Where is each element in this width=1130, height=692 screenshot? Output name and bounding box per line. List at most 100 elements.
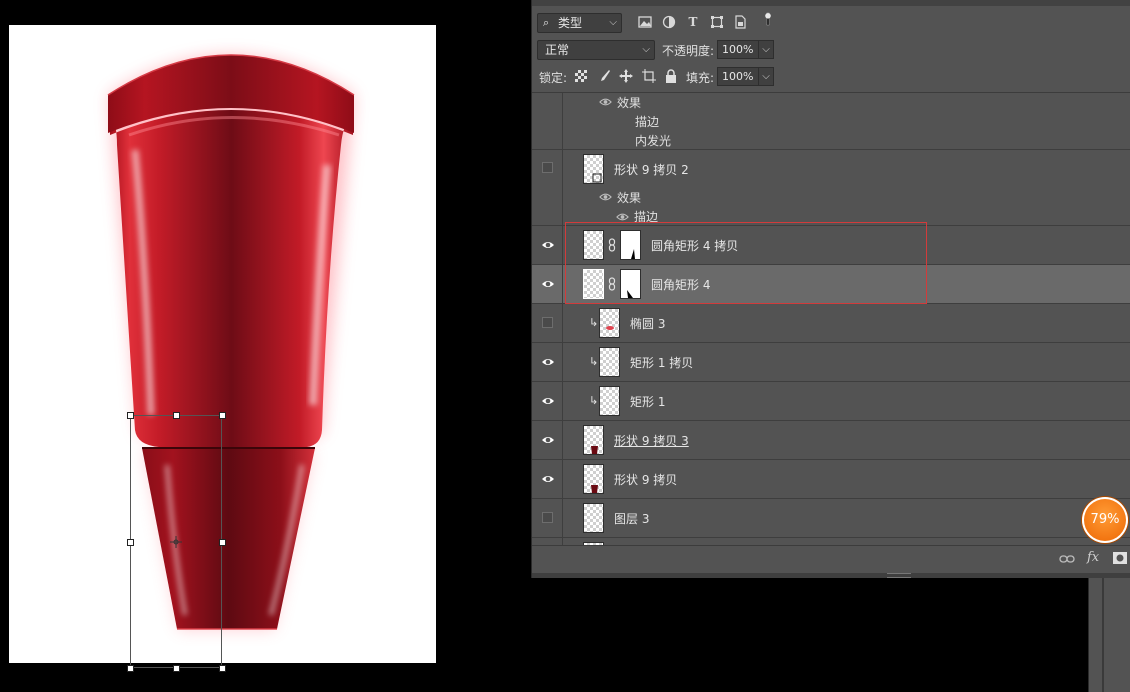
opacity-field[interactable]: 100% — [717, 40, 759, 59]
chevron-down-icon: ⌵ — [609, 17, 617, 28]
transform-handle-right[interactable] — [219, 539, 226, 546]
lock-transparent-icon[interactable] — [575, 70, 587, 82]
chevron-down-icon: ⌵ — [642, 44, 650, 55]
thumb-preview — [606, 326, 614, 330]
transform-handle-top-left[interactable] — [127, 412, 134, 419]
smart-object-filter-icon[interactable] — [732, 14, 748, 30]
effect-stroke[interactable]: 描边 — [635, 113, 659, 130]
visibility-column — [532, 150, 563, 225]
eye-icon[interactable] — [599, 97, 612, 107]
transform-handle-top-right[interactable] — [219, 412, 226, 419]
thumb-preview — [591, 485, 598, 493]
zoom-percentage-badge[interactable]: 79% — [1082, 497, 1128, 543]
eye-icon[interactable] — [541, 356, 555, 368]
filter-toggle-icon[interactable] — [760, 11, 776, 27]
layer-effects-block[interactable]: 效果 描边 内发光 — [532, 93, 1130, 150]
lock-position-icon[interactable] — [619, 69, 633, 83]
layer-name[interactable]: 矩形 1 — [630, 393, 665, 410]
mask-link-icon[interactable] — [608, 238, 616, 252]
layer-thumbnail — [583, 464, 604, 494]
layer-row[interactable]: 图层 3 — [532, 499, 1130, 538]
eye-icon[interactable] — [541, 239, 555, 251]
blend-mode-select[interactable]: 正常 ⌵ — [537, 40, 655, 60]
transform-handle-top[interactable] — [173, 412, 180, 419]
adjustment-filter-icon[interactable] — [661, 14, 677, 30]
image-filter-icon[interactable] — [637, 14, 653, 30]
layer-row[interactable]: 形状 9 拷贝 — [532, 460, 1130, 499]
transform-handle-left[interactable] — [127, 539, 134, 546]
mask-link-icon[interactable] — [608, 277, 616, 291]
transform-bounding-box[interactable] — [127, 412, 226, 672]
visibility-toggle-off[interactable] — [542, 317, 553, 328]
eye-icon[interactable] — [616, 212, 629, 222]
lock-image-icon[interactable] — [597, 69, 611, 83]
layer-row[interactable]: 圆角矩形 4 拷贝 — [532, 226, 1130, 265]
product-illustration — [107, 54, 355, 630]
layer-mask-thumbnail[interactable] — [620, 230, 641, 260]
visibility-column — [532, 343, 563, 381]
eye-icon[interactable] — [541, 434, 555, 446]
layer-mask-icon[interactable] — [1113, 552, 1127, 564]
layer-name[interactable]: 圆角矩形 4 拷贝 — [651, 237, 738, 254]
document-canvas[interactable] — [9, 25, 436, 672]
panel-resize-grip[interactable] — [887, 573, 911, 578]
fill-dropdown-button[interactable]: ⌵ — [758, 67, 774, 86]
layers-panel: ⌕ 类型 ⌵ T 正常 ⌵ 不透明度: 100% ⌵ 锁定: 填充: 100% … — [531, 0, 1130, 578]
layer-row[interactable]: 形状 9 拷贝 2 效果 描边 — [532, 150, 1130, 226]
transform-handle-bottom[interactable] — [173, 665, 180, 672]
visibility-column — [532, 93, 563, 149]
layer-row[interactable]: ↳ 矩形 1 拷贝 — [532, 343, 1130, 382]
eye-icon[interactable] — [541, 395, 555, 407]
layer-name[interactable]: 图层 3 — [614, 510, 649, 527]
shape-filter-icon[interactable] — [709, 14, 725, 30]
link-layers-icon[interactable] — [1059, 554, 1075, 564]
effect-stroke[interactable]: 描边 — [634, 208, 658, 225]
effect-inner-glow[interactable]: 内发光 — [635, 132, 671, 149]
lock-label: 锁定: — [539, 71, 568, 85]
layer-name[interactable]: 矩形 1 拷贝 — [630, 354, 693, 371]
transform-handle-bottom-left[interactable] — [127, 665, 134, 672]
layer-thumbnail — [583, 230, 604, 260]
search-icon: ⌕ — [543, 16, 550, 29]
layer-name[interactable]: 圆角矩形 4 — [651, 276, 710, 293]
right-dock-strip — [1088, 578, 1130, 692]
layer-row-selected[interactable]: 圆角矩形 4 — [532, 265, 1130, 304]
visibility-column — [532, 304, 563, 342]
reference-point-icon[interactable] — [170, 536, 182, 548]
layer-thumbnail — [599, 308, 620, 338]
opacity-dropdown-button[interactable]: ⌵ — [758, 40, 774, 59]
mask-preview — [627, 290, 633, 298]
clipping-mask-icon: ↳ — [589, 355, 599, 368]
panel-bottom-edge — [532, 573, 1130, 578]
fill-label: 填充: — [686, 71, 715, 85]
layer-row[interactable]: ↳ 矩形 1 — [532, 382, 1130, 421]
lock-all-icon[interactable] — [665, 69, 677, 83]
layer-row[interactable]: ↳ 椭圆 3 — [532, 304, 1130, 343]
transform-handle-bottom-right[interactable] — [219, 665, 226, 672]
layer-thumbnail — [583, 269, 604, 299]
clipping-mask-icon: ↳ — [589, 394, 599, 407]
layer-name[interactable]: 形状 9 拷贝 — [614, 471, 677, 488]
layer-name[interactable]: 形状 9 拷贝 2 — [614, 161, 689, 178]
layer-row[interactable]: 形状 9 拷贝 3 — [532, 421, 1130, 460]
eye-icon[interactable] — [541, 278, 555, 290]
layer-mask-thumbnail[interactable] — [620, 269, 641, 299]
layer-list[interactable]: 效果 描边 内发光 形状 9 拷贝 2 效果 描边 圆角矩形 4 拷贝 圆角矩形… — [532, 92, 1130, 546]
visibility-toggle-off[interactable] — [542, 512, 553, 523]
clipping-mask-icon: ↳ — [589, 316, 599, 329]
lock-artboard-icon[interactable] — [642, 69, 656, 83]
visibility-column — [532, 460, 563, 498]
type-filter-icon[interactable]: T — [685, 14, 701, 30]
layer-name[interactable]: 形状 9 拷贝 3 — [614, 432, 689, 449]
layers-panel-footer: fx — [532, 545, 1130, 574]
layer-name[interactable]: 椭圆 3 — [630, 315, 665, 332]
filter-kind-select[interactable]: ⌕ 类型 ⌵ — [537, 13, 622, 33]
visibility-toggle-off[interactable] — [542, 162, 553, 173]
fx-button[interactable]: fx — [1087, 550, 1099, 565]
layer-thumbnail — [583, 154, 604, 184]
mask-preview — [631, 249, 635, 259]
thumb-preview — [591, 446, 598, 454]
eye-icon[interactable] — [541, 473, 555, 485]
fill-field[interactable]: 100% — [717, 67, 759, 86]
eye-icon[interactable] — [599, 192, 612, 202]
